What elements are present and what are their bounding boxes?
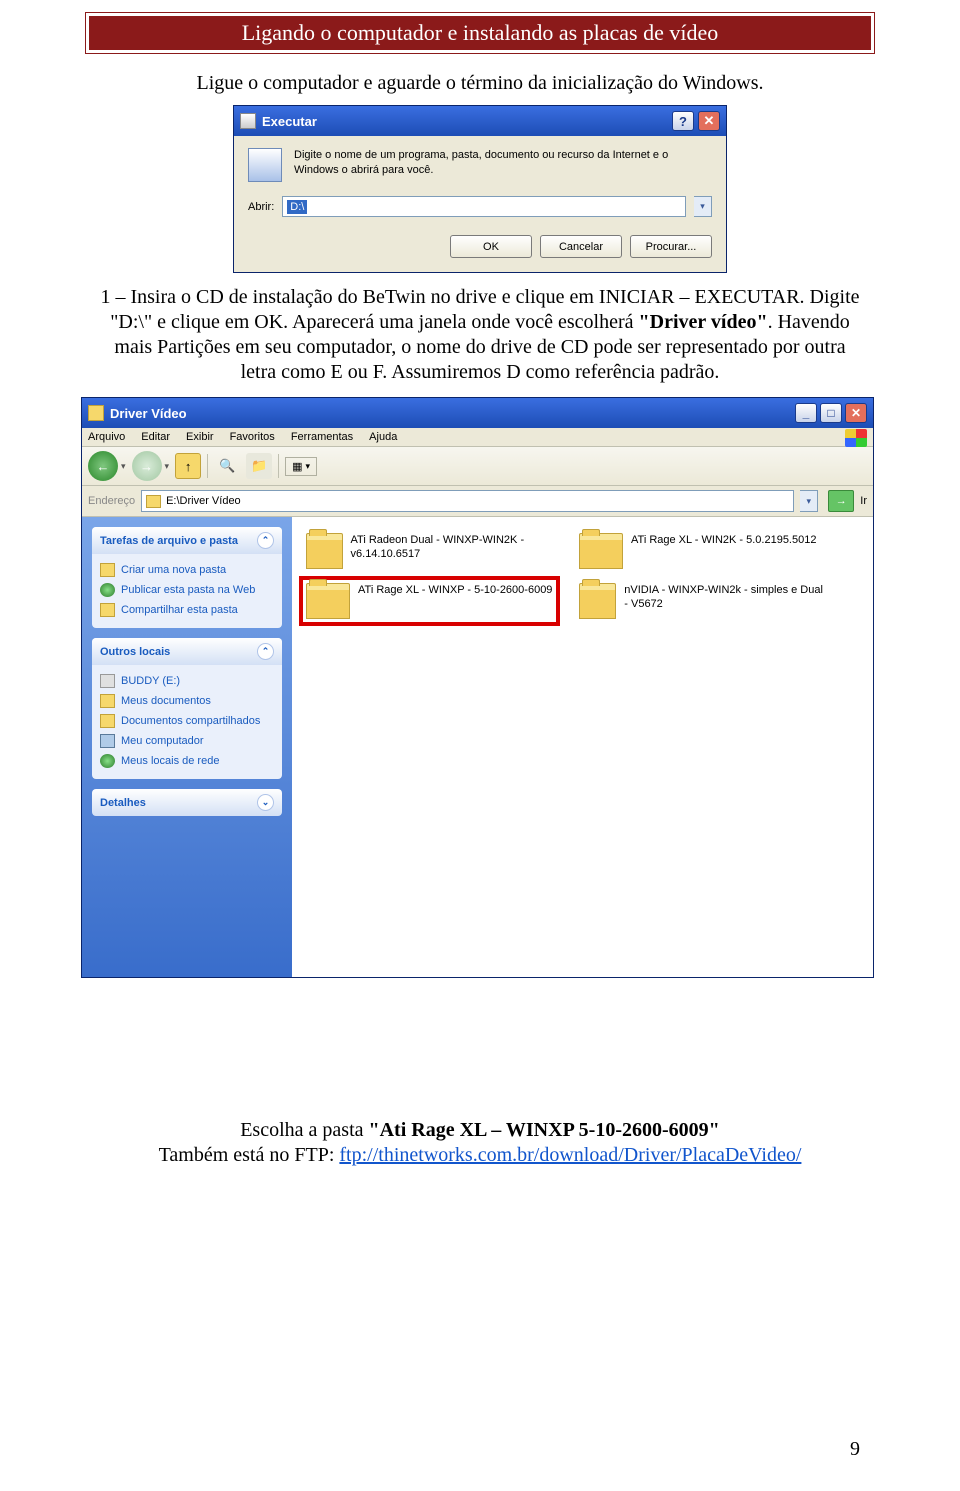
address-value: E:\Driver Vídeo [166, 495, 241, 507]
page-number: 9 [850, 1438, 860, 1461]
menu-ajuda[interactable]: Ajuda [369, 431, 397, 443]
run-large-icon [248, 148, 282, 182]
address-label: Endereço [88, 495, 135, 507]
address-folder-icon [146, 495, 161, 508]
footer-paragraph: Escolha a pasta "Ati Rage XL – WINXP 5-1… [85, 1118, 875, 1168]
drive-icon [100, 674, 115, 688]
computer-icon [100, 734, 115, 748]
menu-bar: Arquivo Editar Exibir Favoritos Ferramen… [82, 428, 873, 447]
maximize-button[interactable]: □ [820, 403, 842, 423]
menu-arquivo[interactable]: Arquivo [88, 431, 125, 443]
folder-icon [306, 583, 350, 619]
search-button[interactable]: 🔍 [214, 453, 240, 479]
run-titlebar: Executar ? ✕ [234, 106, 726, 136]
folder-icon [579, 533, 623, 569]
task-publish-web[interactable]: Publicar esta pasta na Web [100, 580, 274, 600]
new-folder-icon [100, 563, 115, 577]
folder-contents: ATi Radeon Dual - WINXP-WIN2K - v6.14.10… [292, 517, 873, 977]
folder-ati-rage-win2k[interactable]: ATi Rage XL - WIN2K - 5.0.2195.5012 [575, 529, 830, 573]
folder-icon [88, 405, 104, 421]
place-my-computer[interactable]: Meu computador [100, 731, 274, 751]
menu-editar[interactable]: Editar [141, 431, 170, 443]
globe-icon [100, 583, 115, 597]
folder-ati-rage-winxp[interactable]: ATi Rage XL - WINXP - 5-10-2600-6009 [302, 579, 557, 623]
run-icon [240, 113, 256, 129]
other-places-panel: Outros locais ⌃ BUDDY (E:) Meus documento… [92, 638, 282, 779]
address-input[interactable]: E:\Driver Vídeo [141, 490, 794, 512]
run-title-text: Executar [262, 114, 317, 129]
documents-icon [100, 694, 115, 708]
cancel-button[interactable]: Cancelar [540, 235, 622, 258]
collapse-icon[interactable]: ⌃ [257, 643, 274, 660]
run-description: Digite o nome de um programa, pasta, doc… [294, 148, 712, 178]
folder-nvidia[interactable]: nVIDIA - WINXP-WIN2k - simples e Dual - … [575, 579, 830, 623]
ok-button[interactable]: OK [450, 235, 532, 258]
details-title: Detalhes [100, 797, 146, 809]
folder-icon [579, 583, 616, 619]
paragraph-1: 1 – Insira o CD de instalação do BeTwin … [95, 285, 865, 385]
toolbar: ←▾ →▾ ↑ 🔍 📁 ▦ ▾ [82, 447, 873, 486]
place-shared-docs[interactable]: Documentos compartilhados [100, 711, 274, 731]
open-label: Abrir: [248, 201, 274, 213]
back-button[interactable]: ← [88, 451, 118, 481]
minimize-button[interactable]: _ [795, 403, 817, 423]
close-button[interactable]: ✕ [698, 111, 720, 131]
explorer-title-text: Driver Vídeo [110, 406, 187, 421]
place-buddy[interactable]: BUDDY (E:) [100, 671, 274, 691]
ftp-link[interactable]: ftp://thinetworks.com.br/download/Driver… [339, 1144, 801, 1166]
details-panel: Detalhes ⌄ [92, 789, 282, 816]
menu-ferramentas[interactable]: Ferramentas [291, 431, 353, 443]
forward-button[interactable]: → [132, 451, 162, 481]
explorer-titlebar: Driver Vídeo _ □ ✕ [82, 398, 873, 428]
page-title: Ligando o computador e instalando as pla… [89, 16, 871, 50]
address-bar: Endereço E:\Driver Vídeo ▾ → Ir [82, 486, 873, 517]
other-places-title: Outros locais [100, 646, 170, 658]
folder-ati-radeon-dual[interactable]: ATi Radeon Dual - WINXP-WIN2K - v6.14.10… [302, 529, 557, 573]
back-dropdown[interactable]: ▾ [121, 461, 126, 472]
run-dialog: Executar ? ✕ Digite o nome de um program… [233, 105, 727, 273]
folders-button[interactable]: 📁 [246, 453, 272, 479]
go-label: Ir [860, 495, 867, 507]
browse-button[interactable]: Procurar... [630, 235, 712, 258]
share-icon [100, 603, 115, 617]
collapse-icon[interactable]: ⌃ [257, 532, 274, 549]
address-dropdown[interactable]: ▾ [800, 490, 818, 512]
menu-exibir[interactable]: Exibir [186, 431, 214, 443]
intro-text: Ligue o computador e aguarde o término d… [85, 72, 875, 95]
menu-favoritos[interactable]: Favoritos [230, 431, 275, 443]
close-button[interactable]: ✕ [845, 403, 867, 423]
task-share[interactable]: Compartilhar esta pasta [100, 600, 274, 620]
explorer-window: Driver Vídeo _ □ ✕ Arquivo Editar Exibir… [81, 397, 874, 978]
help-button[interactable]: ? [672, 111, 694, 131]
place-network[interactable]: Meus locais de rede [100, 751, 274, 771]
forward-dropdown[interactable]: ▾ [165, 461, 170, 472]
windows-flag-icon [845, 429, 867, 447]
up-button[interactable]: ↑ [175, 453, 201, 479]
views-button[interactable]: ▦ ▾ [285, 457, 317, 476]
shared-docs-icon [100, 714, 115, 728]
place-my-documents[interactable]: Meus documentos [100, 691, 274, 711]
go-button[interactable]: → [828, 490, 854, 512]
open-dropdown[interactable]: ▾ [694, 196, 712, 217]
tasks-panel: Tarefas de arquivo e pasta ⌃ Criar uma no… [92, 527, 282, 628]
folder-icon [306, 533, 343, 569]
open-input[interactable]: D:\ [282, 196, 686, 217]
tasks-title: Tarefas de arquivo e pasta [100, 535, 238, 547]
expand-icon[interactable]: ⌄ [257, 794, 274, 811]
sidebar: Tarefas de arquivo e pasta ⌃ Criar uma no… [82, 517, 292, 977]
network-icon [100, 754, 115, 768]
task-new-folder[interactable]: Criar uma nova pasta [100, 560, 274, 580]
header-frame: Ligando o computador e instalando as pla… [85, 12, 875, 54]
open-value: D:\ [287, 200, 307, 214]
